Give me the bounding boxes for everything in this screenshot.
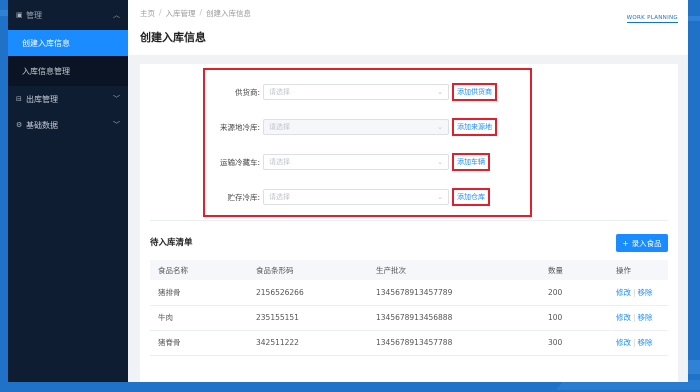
form-row-storage: 贮存冷库: 请选择 ⌄ 添加仓库 bbox=[205, 188, 530, 206]
form-row-source: 来源地冷库: 请选择 ⌄ 添加来源地 bbox=[205, 118, 530, 136]
sidebar-item-basic-data[interactable]: ⚙ 基础数据 ﹀ bbox=[8, 112, 128, 138]
breadcrumb-inbound[interactable]: 入库管理 bbox=[166, 8, 196, 19]
column-header: 数量 bbox=[540, 260, 608, 280]
truck-select[interactable]: 请选择 ⌄ bbox=[263, 154, 449, 170]
edit-link[interactable]: 修改 bbox=[616, 338, 631, 347]
remove-link[interactable]: 移除 bbox=[638, 313, 653, 322]
divider bbox=[150, 220, 668, 221]
add-source-link[interactable]: 添加来源地 bbox=[452, 118, 497, 136]
edit-link[interactable]: 修改 bbox=[616, 313, 631, 322]
breadcrumb-current: 创建入库信息 bbox=[206, 9, 252, 18]
sidebar-item-outbound[interactable]: ⊟ 出库管理 ﹀ bbox=[8, 86, 128, 112]
form-highlight-box: 供货商: 请选择 ⌄ 添加供货商 来源地冷库: 请选择 ⌄ 添加来源地 运输冷藏… bbox=[203, 68, 532, 217]
table-row: 牛肉 235155151 1345678913456888 100 修改 | 移除 bbox=[150, 305, 668, 331]
main-content: 主页 / 入库管理 / 创建入库信息 创建入库信息 WORK PLANNING … bbox=[128, 0, 688, 382]
chevron-down-icon: ⌄ bbox=[437, 88, 443, 96]
page-header: 主页 / 入库管理 / 创建入库信息 创建入库信息 WORK PLANNING bbox=[128, 0, 688, 55]
form-row-supplier: 供货商: 请选择 ⌄ 添加供货商 bbox=[205, 83, 530, 101]
chevron-down-icon: ﹀ bbox=[113, 95, 120, 103]
column-header: 生产批次 bbox=[368, 260, 540, 280]
form-card: 供货商: 请选择 ⌄ 添加供货商 来源地冷库: 请选择 ⌄ 添加来源地 运输冷藏… bbox=[140, 64, 678, 382]
table-header: 食品名称 食品条形码 生产批次 数量 操作 bbox=[150, 260, 668, 280]
add-truck-link[interactable]: 添加车辆 bbox=[452, 153, 490, 171]
supplier-select[interactable]: 请选择 ⌄ bbox=[263, 84, 449, 100]
supplier-label: 供货商: bbox=[234, 87, 260, 97]
form-row-truck: 运输冷藏车: 请选择 ⌄ 添加车辆 bbox=[205, 153, 530, 171]
inbox-icon: ▣ bbox=[16, 11, 23, 19]
chevron-down-icon: ⌄ bbox=[437, 123, 443, 131]
page-title: 创建入库信息 bbox=[140, 31, 206, 44]
pending-inbound-table: 食品名称 食品条形码 生产批次 数量 操作 猪排骨 2156526266 134… bbox=[150, 260, 668, 356]
remove-link[interactable]: 移除 bbox=[638, 338, 653, 347]
chevron-down-icon: ⌄ bbox=[437, 158, 443, 166]
column-header: 操作 bbox=[608, 260, 668, 280]
sidebar-item-inbound-manage[interactable]: 入库信息管理 bbox=[8, 56, 128, 86]
sidebar-item-label: 创建入库信息 bbox=[22, 38, 70, 48]
remove-link[interactable]: 移除 bbox=[638, 288, 653, 297]
add-storage-link[interactable]: 添加仓库 bbox=[452, 188, 490, 206]
plus-icon: + bbox=[622, 238, 629, 248]
brand-logo: WORK PLANNING bbox=[626, 15, 678, 23]
column-header: 食品名称 bbox=[150, 260, 248, 280]
sidebar-item-inbound[interactable]: ▣ 管理 ︿ bbox=[8, 0, 128, 30]
add-food-button[interactable]: + 录入食品 bbox=[616, 234, 668, 252]
sidebar-item-label: 入库信息管理 bbox=[22, 66, 70, 76]
sidebar-item-create-inbound[interactable]: 创建入库信息 bbox=[8, 30, 128, 56]
source-select[interactable]: 请选择 ⌄ bbox=[263, 119, 449, 135]
chevron-up-icon: ︿ bbox=[113, 11, 120, 19]
sidebar-item-label: 出库管理 bbox=[26, 94, 58, 104]
chevron-down-icon: ⌄ bbox=[437, 193, 443, 201]
storage-label: 贮存冷库: bbox=[227, 192, 260, 202]
table-row: 猪脊骨 342511222 1345678913457788 300 修改 | 移除 bbox=[150, 330, 668, 356]
sidebar-item-label: 管理 bbox=[26, 10, 42, 20]
table-row: 猪排骨 2156526266 1345678913457789 200 修改 | 移… bbox=[150, 280, 668, 306]
breadcrumb-home[interactable]: 主页 bbox=[140, 8, 155, 19]
source-label: 来源地冷库: bbox=[219, 122, 260, 132]
list-title: 待入库清单 bbox=[150, 238, 193, 248]
sidebar-item-label: 基础数据 bbox=[26, 120, 58, 130]
sidebar: ▣ 管理 ︿ 创建入库信息 入库信息管理 ⊟ 出库管理 ﹀ ⚙ 基础数据 ﹀ bbox=[8, 0, 128, 382]
edit-link[interactable]: 修改 bbox=[616, 288, 631, 297]
chevron-down-icon: ﹀ bbox=[113, 121, 120, 129]
outbox-icon: ⊟ bbox=[16, 95, 22, 103]
column-header: 食品条形码 bbox=[248, 260, 368, 280]
truck-label: 运输冷藏车: bbox=[219, 157, 260, 167]
settings-icon: ⚙ bbox=[16, 121, 23, 129]
breadcrumb: 主页 / 入库管理 / 创建入库信息 bbox=[140, 8, 252, 19]
storage-select[interactable]: 请选择 ⌄ bbox=[263, 189, 449, 205]
add-supplier-link[interactable]: 添加供货商 bbox=[452, 83, 497, 101]
